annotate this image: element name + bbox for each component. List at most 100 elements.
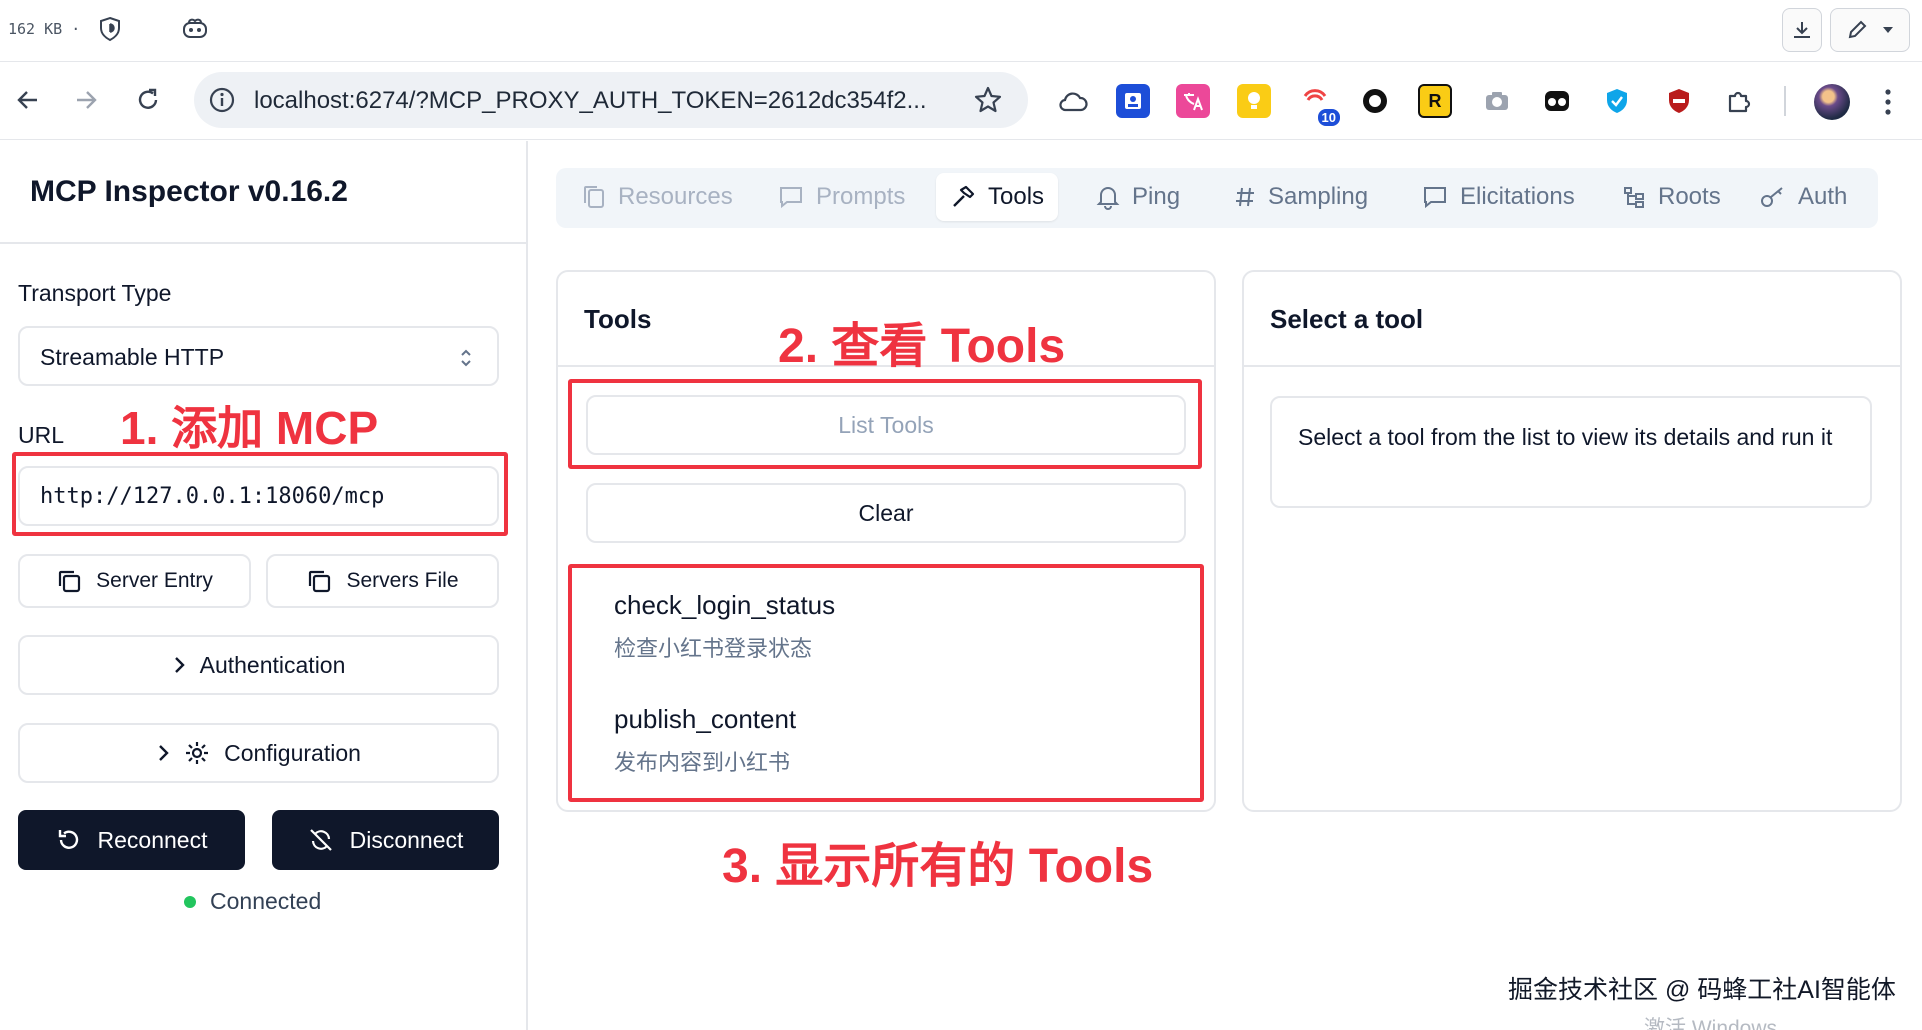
folder-tree-icon — [1624, 187, 1644, 208]
toolbar-divider — [1784, 86, 1786, 116]
tab-roots[interactable]: Roots — [1608, 173, 1735, 221]
tools-panel-title: Tools — [584, 304, 652, 334]
tool-detail-hint-box: Select a tool from the list to view its … — [1270, 396, 1872, 508]
tool-detail-hint: Select a tool from the list to view its … — [1298, 424, 1833, 450]
chevron-right-icon — [159, 745, 169, 761]
sidebar: MCP Inspector v0.16.2 Transport Type Str… — [0, 141, 528, 1030]
files-icon — [584, 186, 604, 208]
copilot-icon[interactable] — [181, 16, 209, 42]
back-button[interactable] — [10, 82, 46, 118]
tab-ping[interactable]: Ping — [1082, 173, 1194, 221]
contact-extension-icon[interactable] — [1116, 84, 1150, 118]
key-icon — [1761, 187, 1783, 207]
caret-down-icon — [1883, 27, 1893, 33]
address-bar[interactable]: localhost:6274/?MCP_PROXY_AUTH_TOKEN=261… — [194, 72, 1028, 128]
adblock-extension-icon[interactable] — [1662, 84, 1696, 118]
bulb-extension-icon[interactable] — [1237, 84, 1271, 118]
mask-extension-icon[interactable] — [1540, 84, 1574, 118]
cloud-extension-icon[interactable] — [1056, 84, 1090, 118]
file-size: 162 KB · — [8, 20, 81, 38]
transport-type-select[interactable]: Streamable HTTP — [18, 326, 499, 386]
arrow-right-icon — [77, 91, 97, 109]
bell-icon — [1096, 187, 1120, 210]
download-icon[interactable] — [1782, 8, 1822, 52]
feed-extension-icon[interactable]: 10 — [1298, 84, 1340, 126]
pencil-icon — [1848, 20, 1867, 39]
camera-extension-icon[interactable] — [1480, 84, 1514, 118]
tab-sampling[interactable]: Sampling — [1220, 173, 1382, 221]
annotation-step2: 2. 查看 Tools — [778, 320, 1066, 373]
gear-icon — [186, 742, 209, 764]
url-label: URL — [18, 422, 65, 448]
r-extension-icon[interactable]: R — [1418, 84, 1452, 118]
configuration-label: Configuration — [224, 739, 361, 766]
arrow-left-icon — [17, 91, 37, 109]
edit-menu-button[interactable] — [1830, 8, 1910, 52]
sidebar-divider — [0, 242, 528, 244]
status-text: Connected — [210, 888, 322, 914]
chevron-right-icon — [174, 657, 185, 673]
reload-icon — [138, 88, 158, 109]
transport-type-value: Streamable HTTP — [40, 344, 225, 370]
tab-bar: Resources Prompts Tools Ping Sampling El… — [556, 168, 1878, 228]
transport-type-label: Transport Type — [18, 280, 172, 306]
disconnect-label: Disconnect — [349, 826, 464, 853]
copy-icon — [309, 570, 331, 593]
hash-icon — [1236, 187, 1254, 207]
ext-badge: 10 — [1317, 109, 1340, 126]
bookmark-star-icon[interactable] — [972, 84, 1004, 116]
tab-elicitations[interactable]: Elicitations — [1408, 173, 1589, 221]
watermark-activate-windows: 激活 Windows — [1644, 1017, 1778, 1030]
shield-check-extension-icon[interactable] — [1600, 84, 1634, 118]
server-entry-label: Server Entry — [96, 569, 213, 592]
server-entry-button[interactable]: Server Entry — [18, 554, 251, 608]
tab-ping-label: Ping — [1132, 183, 1181, 210]
clear-button[interactable]: Clear — [586, 483, 1186, 543]
tab-tools-label: Tools — [988, 183, 1045, 210]
authentication-label: Authentication — [199, 651, 346, 678]
annotation-step3: 3. 显示所有的 Tools — [722, 840, 1154, 893]
translate-extension-icon[interactable] — [1176, 84, 1210, 118]
puzzle-extensions-icon[interactable] — [1722, 84, 1756, 118]
highlight-url-box — [12, 452, 508, 536]
hammer-icon — [953, 185, 975, 207]
authentication-toggle[interactable]: Authentication — [18, 635, 499, 695]
tab-auth[interactable]: Auth — [1746, 173, 1861, 221]
browser-toolbar: localhost:6274/?MCP_PROXY_AUTH_TOKEN=261… — [0, 62, 1922, 140]
highlight-tools-list-box — [568, 564, 1204, 802]
forward-button[interactable] — [68, 82, 104, 118]
tab-sampling-label: Sampling — [1268, 183, 1369, 210]
copy-icon — [59, 570, 81, 593]
servers-file-button[interactable]: Servers File — [266, 554, 499, 608]
servers-file-label: Servers File — [346, 569, 459, 592]
download-bar: 162 KB · — [0, 0, 1922, 62]
more-menu-icon[interactable] — [1878, 84, 1898, 120]
reconnect-label: Reconnect — [97, 826, 208, 853]
tab-prompts-label: Prompts — [816, 183, 906, 210]
chevron-up-down-icon — [461, 349, 471, 367]
reload-button[interactable] — [130, 82, 166, 118]
profile-avatar[interactable] — [1814, 84, 1850, 120]
shield-icon[interactable] — [98, 16, 122, 42]
rotate-ccw-icon — [58, 830, 78, 849]
record-extension-icon[interactable] — [1358, 84, 1392, 118]
tab-resources[interactable]: Resources — [568, 173, 747, 221]
tool-detail-divider — [1244, 365, 1900, 367]
status-dot — [184, 895, 196, 908]
annotation-step1: 1. 添加 MCP — [120, 402, 379, 454]
tab-auth-label: Auth — [1798, 183, 1848, 210]
tab-resources-label: Resources — [618, 183, 733, 210]
message-icon — [780, 187, 802, 209]
refresh-off-icon — [309, 829, 332, 851]
app-title: MCP Inspector v0.16.2 — [30, 175, 348, 208]
connection-status: Connected — [184, 888, 321, 915]
reconnect-button[interactable]: Reconnect — [18, 810, 245, 870]
tab-tools[interactable]: Tools — [936, 173, 1059, 221]
message-icon — [1424, 187, 1446, 209]
tab-prompts[interactable]: Prompts — [764, 173, 919, 221]
tool-detail-panel: Select a tool Select a tool from the lis… — [1242, 270, 1902, 812]
disconnect-button[interactable]: Disconnect — [272, 810, 499, 870]
tab-roots-label: Roots — [1658, 183, 1721, 210]
configuration-toggle[interactable]: Configuration — [18, 723, 499, 783]
site-info-icon[interactable] — [208, 86, 236, 114]
